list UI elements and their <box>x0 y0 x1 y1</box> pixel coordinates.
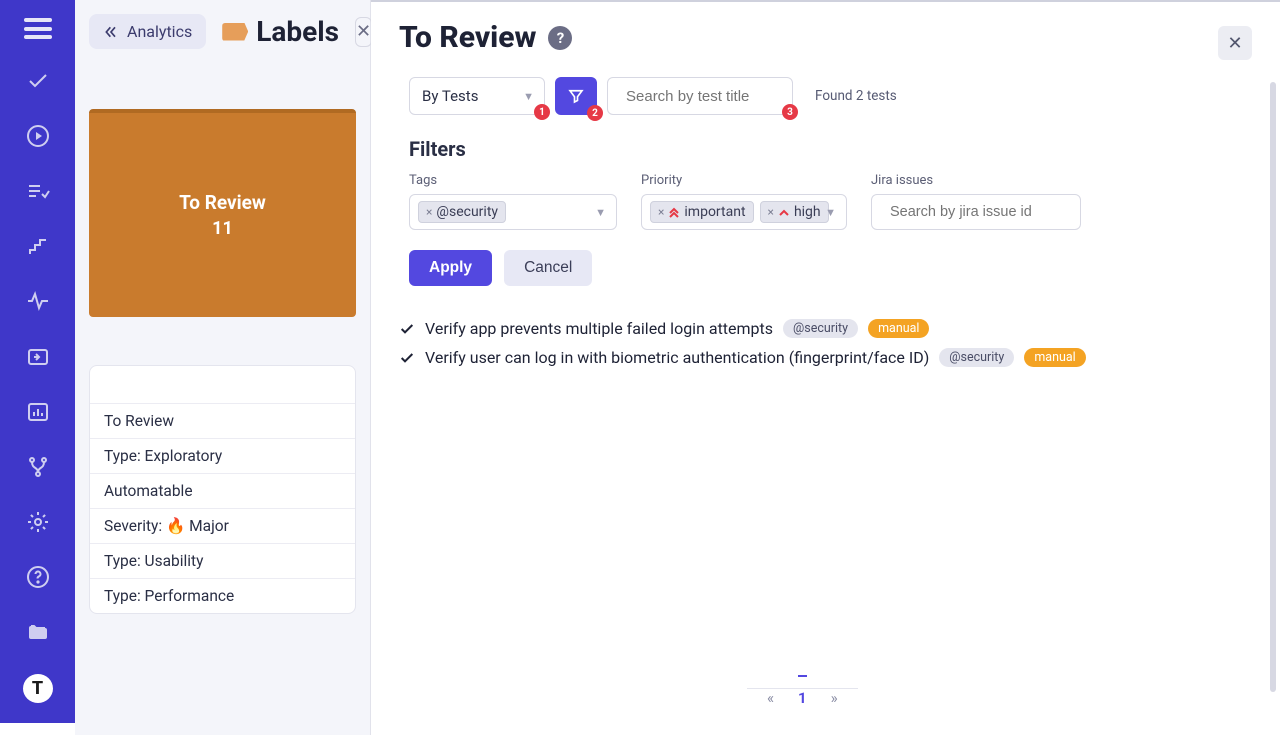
jira-search-input[interactable] <box>890 204 1077 220</box>
check-icon[interactable] <box>24 67 52 94</box>
priority-chip-high[interactable]: × high <box>760 201 829 223</box>
chevron-down-icon: ▼ <box>595 206 606 219</box>
label-row[interactable]: Type: Usability <box>90 544 355 579</box>
chip-remove-icon[interactable]: × <box>658 205 664 219</box>
check-icon <box>399 321 415 337</box>
badge-count-2: 2 <box>587 105 603 121</box>
page-current[interactable]: 1 <box>798 675 807 707</box>
search-box[interactable]: 3 <box>607 77 793 115</box>
label-row[interactable]: Type: Performance <box>90 579 355 613</box>
chevron-down-icon: ▼ <box>523 90 534 103</box>
badge-count-1: 1 <box>534 104 550 120</box>
tag-chip-security[interactable]: × @security <box>418 201 506 223</box>
sidebar: T <box>0 0 75 723</box>
search-input[interactable] <box>626 88 825 105</box>
tag-icon <box>222 23 248 41</box>
left-panel: Analytics Labels ✕ To Review 11 To Revie… <box>75 0 371 735</box>
filter-jira-label: Jira issues <box>871 173 1081 188</box>
page-prev[interactable]: « <box>767 689 774 707</box>
folder-icon[interactable] <box>24 619 52 646</box>
funnel-icon <box>567 87 585 105</box>
breadcrumb-labels: Labels <box>216 15 345 48</box>
chip-remove-icon[interactable]: × <box>768 205 774 219</box>
pagination: « 1 » <box>767 689 838 707</box>
pill-tag: @security <box>783 319 858 338</box>
breadcrumb-analytics-label: Analytics <box>127 22 192 41</box>
jira-search-box[interactable] <box>871 194 1081 230</box>
pill-manual: manual <box>868 319 929 338</box>
pill-manual: manual <box>1024 348 1085 367</box>
gear-icon[interactable] <box>24 508 52 535</box>
filter-jira: Jira issues <box>871 173 1081 230</box>
breadcrumb-analytics[interactable]: Analytics <box>89 14 206 49</box>
label-row[interactable]: Automatable <box>90 474 355 509</box>
test-row[interactable]: Verify app prevents multiple failed logi… <box>399 314 1252 343</box>
priority-select[interactable]: × important × high ▼ <box>641 194 847 230</box>
chart-box-icon[interactable] <box>24 398 52 425</box>
list-check-icon[interactable] <box>24 178 52 205</box>
hamburger-menu-icon[interactable] <box>24 18 52 39</box>
test-results: Verify app prevents multiple failed logi… <box>399 314 1252 372</box>
pulse-icon[interactable] <box>24 288 52 315</box>
app-badge[interactable]: T <box>23 674 53 703</box>
priority-chip-important[interactable]: × important <box>650 201 754 223</box>
main-panel: To Review ? ✕ By Tests ▼ 1 2 3 <box>371 0 1280 735</box>
breadcrumb-close-button[interactable]: ✕ <box>355 17 372 47</box>
breadcrumb: Analytics Labels ✕ <box>75 0 370 49</box>
filter-tags-label: Tags <box>409 173 617 188</box>
label-list-header <box>90 366 355 404</box>
breadcrumb-labels-label: Labels <box>256 15 339 48</box>
chip-remove-icon[interactable]: × <box>426 205 432 219</box>
steps-icon[interactable] <box>24 233 52 260</box>
import-icon[interactable] <box>24 343 52 370</box>
filter-button[interactable]: 2 <box>555 77 597 115</box>
pill-tag: @security <box>939 348 1014 367</box>
group-by-select[interactable]: By Tests ▼ 1 <box>409 77 545 115</box>
test-row[interactable]: Verify user can log in with biometric au… <box>399 343 1252 372</box>
filters-title: Filters <box>409 137 1252 161</box>
label-row[interactable]: To Review <box>90 404 355 439</box>
priority-high-icon <box>778 206 790 218</box>
close-panel-button[interactable]: ✕ <box>1218 26 1252 60</box>
review-card-title: To Review <box>179 191 266 214</box>
scrollbar[interactable] <box>1270 82 1276 692</box>
test-title: Verify app prevents multiple failed logi… <box>425 319 773 338</box>
filter-priority-label: Priority <box>641 173 847 188</box>
check-icon <box>399 350 415 366</box>
page-next[interactable]: » <box>831 689 838 707</box>
label-row[interactable]: Severity: 🔥 Major <box>90 509 355 544</box>
label-list: To Review Type: Exploratory Automatable … <box>89 365 356 614</box>
found-count: Found 2 tests <box>815 88 897 104</box>
review-card[interactable]: To Review 11 <box>89 109 356 317</box>
filter-row: Tags × @security ▼ Priority × <box>409 173 1252 230</box>
chevron-down-icon: ▼ <box>825 206 836 219</box>
page-title: To Review <box>399 20 536 55</box>
test-title: Verify user can log in with biometric au… <box>425 348 929 367</box>
toolbar: By Tests ▼ 1 2 3 Found 2 tests <box>409 77 1252 115</box>
tags-select[interactable]: × @security ▼ <box>409 194 617 230</box>
label-row[interactable]: Type: Exploratory <box>90 439 355 474</box>
filter-tags: Tags × @security ▼ <box>409 173 617 230</box>
review-card-count: 11 <box>212 218 233 239</box>
filter-buttons: Apply Cancel <box>409 250 1252 286</box>
chevron-double-left-icon <box>103 24 119 40</box>
apply-button[interactable]: Apply <box>409 250 492 286</box>
group-by-label: By Tests <box>422 87 478 105</box>
help-icon[interactable]: ? <box>548 26 572 50</box>
branch-icon[interactable] <box>24 453 52 480</box>
filter-priority: Priority × important × high ▼ <box>641 173 847 230</box>
play-circle-icon[interactable] <box>24 122 52 149</box>
badge-count-3: 3 <box>782 104 798 120</box>
help-circle-icon[interactable] <box>24 564 52 591</box>
cancel-button[interactable]: Cancel <box>504 250 592 286</box>
priority-important-icon <box>668 206 680 218</box>
